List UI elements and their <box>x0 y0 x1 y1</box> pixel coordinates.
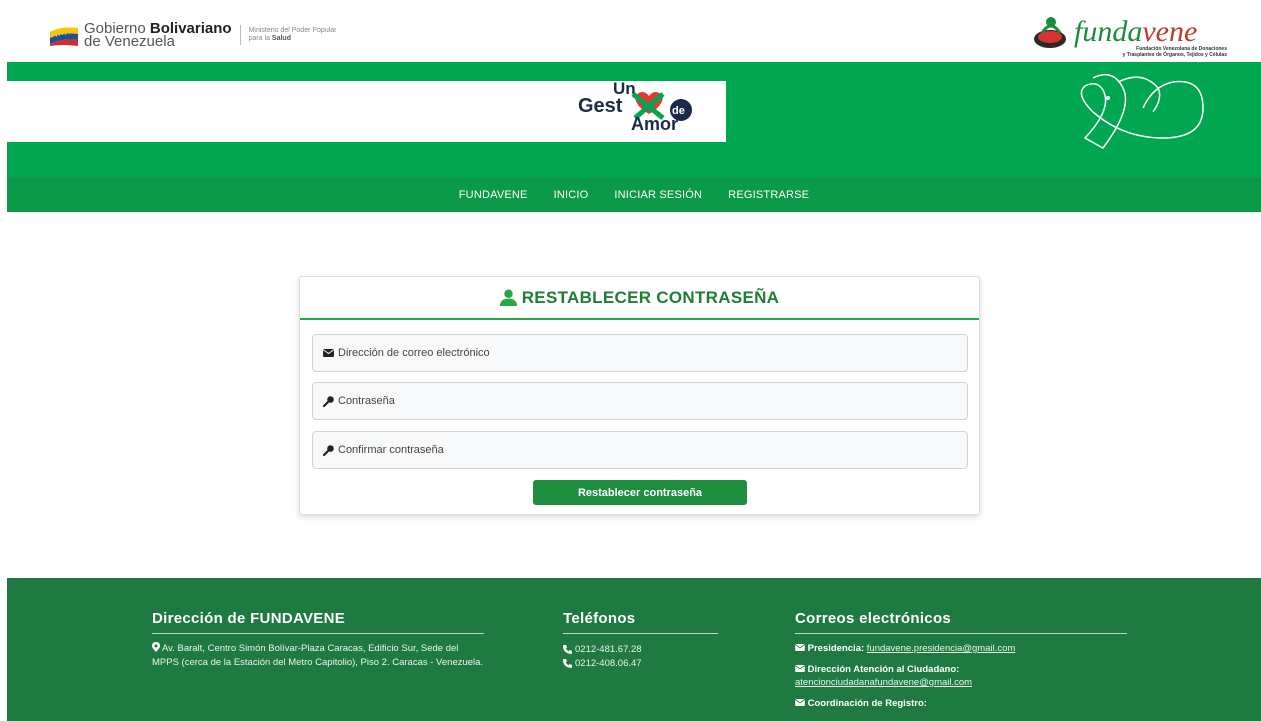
map-marker-icon <box>152 642 160 652</box>
email-placeholder: Dirección de correo electrónico <box>338 347 490 359</box>
footer-address: Av. Baralt, Centro Simón Bolívar-Plaza C… <box>152 642 484 668</box>
phone-icon <box>563 658 572 668</box>
email-atencion-ciudadano: Dirección Atención al Ciudadano: atencio… <box>794 664 973 688</box>
phone-number[interactable]: 0212-408.06.47 <box>563 656 718 670</box>
password-field[interactable]: Contraseña <box>312 382 968 420</box>
footer-emails-section: Correos electrónicos Presidencia: fundav… <box>794 610 1127 710</box>
password-placeholder: Contraseña <box>338 395 395 407</box>
fundavene-wordmark: fundavene <box>1074 15 1198 48</box>
main-nav: FUNDAVENE INICIO INICIAR SESIÓN REGISTRA… <box>7 177 1261 212</box>
footer-phones-title: Teléfonos <box>563 610 718 634</box>
card-header: RESTABLECER CONTRASEÑA <box>300 277 979 320</box>
key-icon <box>323 444 334 456</box>
top-header: Gobierno Bolivariano de Venezuela Minist… <box>0 0 1261 62</box>
footer-address-section: Dirección de FUNDAVENE Av. Baralt, Centr… <box>152 610 484 670</box>
email-link[interactable]: atencionciudadanafundavene@gmail.com <box>795 677 972 688</box>
ministry-name: Ministerio del Poder Popular para la Sal… <box>248 27 337 42</box>
nav-item-registrarse[interactable]: REGISTRARSE <box>728 189 809 201</box>
venezuela-flag-icon <box>48 24 80 46</box>
gobierno-bolivariano-logo[interactable]: Gobierno Bolivariano de Venezuela Minist… <box>48 20 337 50</box>
header-divider <box>239 25 241 45</box>
confirm-password-placeholder: Confirmar contraseña <box>338 444 444 456</box>
campaign-word-gest: Gest <box>578 95 623 117</box>
reset-password-button[interactable]: Restablecer contraseña <box>533 480 747 505</box>
fundavene-subtitle: Fundación Venezolana de Donaciones y Tra… <box>1122 46 1227 58</box>
page-title: RESTABLECER CONTRASEÑA <box>521 287 780 307</box>
nav-item-fundavene[interactable]: FUNDAVENE <box>459 189 528 201</box>
envelope-icon <box>794 644 806 651</box>
envelope-icon <box>794 665 806 672</box>
nav-item-inicio[interactable]: INICIO <box>554 189 589 201</box>
envelope-icon <box>323 349 334 357</box>
email-field[interactable]: Dirección de correo electrónico <box>312 334 968 372</box>
footer-phones-section: Teléfonos 0212-481.67.28 0212-408.06.47 <box>563 610 718 670</box>
footer-address-title: Dirección de FUNDAVENE <box>152 610 484 634</box>
fundavene-emblem-icon <box>1034 17 1066 48</box>
user-icon <box>499 289 517 306</box>
phone-icon <box>563 644 572 654</box>
phone-number[interactable]: 0212-481.67.28 <box>563 642 718 656</box>
key-icon <box>323 395 334 407</box>
footer: Dirección de FUNDAVENE Av. Baralt, Centr… <box>7 578 1261 721</box>
reset-password-card: RESTABLECER CONTRASEÑA Dirección de corr… <box>299 276 980 515</box>
hero-banner: Un Gest de Amor <box>7 62 1261 177</box>
footer-emails-title: Correos electrónicos <box>795 610 1127 634</box>
ribbon-heart-icon <box>1080 73 1204 149</box>
campaign-word-amor: Amor <box>631 114 678 132</box>
email-link[interactable]: fundavene.presidencia@gmail.com <box>867 643 1016 654</box>
government-name: Gobierno Bolivariano de Venezuela <box>84 20 232 50</box>
un-gesto-de-amor-logo: Un Gest de Amor <box>578 79 692 132</box>
email-coordinacion-registro: Coordinación de Registro: <box>794 697 1127 710</box>
nav-item-iniciar-sesion[interactable]: INICIAR SESIÓN <box>614 189 702 201</box>
fundavene-logo[interactable]: fundavene Fundación Venezolana de Donaci… <box>1032 8 1227 58</box>
envelope-icon <box>794 699 806 706</box>
confirm-password-field[interactable]: Confirmar contraseña <box>312 431 968 469</box>
email-presidencia: Presidencia: fundavene.presidencia@gmail… <box>794 642 1127 655</box>
